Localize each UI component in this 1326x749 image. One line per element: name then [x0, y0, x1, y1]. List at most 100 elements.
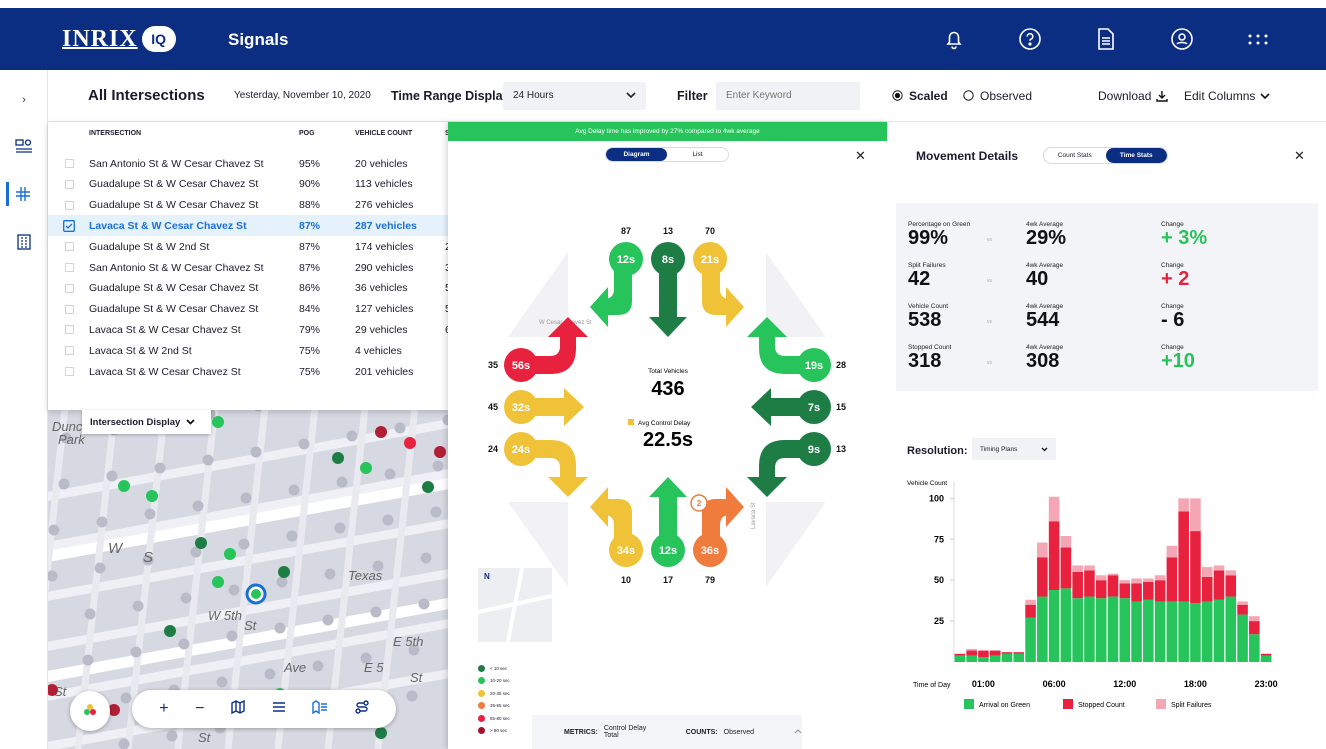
approach-east-bound[interactable]: 56s 32s 24s 35 45 24	[488, 317, 588, 497]
col-header-vehicle-count[interactable]: VEHICLE COUNT	[355, 130, 412, 137]
inactive-signal-marker[interactable]	[180, 592, 192, 604]
time-range-select[interactable]: 24 Hours	[503, 81, 646, 110]
inrix-logo[interactable]: INRIX IQ	[62, 26, 176, 52]
inactive-signal-marker[interactable]	[84, 608, 96, 620]
inactive-signal-marker[interactable]	[382, 514, 394, 526]
resolution-select[interactable]: Timing Plans	[972, 438, 1056, 460]
row-checkbox[interactable]	[65, 242, 74, 252]
inactive-signal-marker[interactable]	[322, 614, 334, 626]
scaled-radio[interactable]: Scaled	[892, 89, 948, 103]
inactive-signal-marker[interactable]	[240, 492, 252, 504]
inactive-signal-marker[interactable]	[178, 638, 190, 650]
expand-sidebar-icon[interactable]: ›	[12, 88, 36, 112]
inactive-signal-marker[interactable]	[312, 660, 324, 672]
inactive-signal-marker[interactable]	[298, 438, 310, 450]
apps-grid-icon[interactable]	[1240, 26, 1276, 52]
approach-south-bound[interactable]: 12s 8s 21s 87 13 70	[590, 226, 744, 337]
inactive-signal-marker[interactable]	[216, 676, 228, 688]
inactive-signal-marker[interactable]	[228, 584, 240, 596]
inactive-signal-marker[interactable]	[324, 568, 336, 580]
inactive-signal-marker[interactable]	[420, 552, 432, 564]
map-layers-button[interactable]	[70, 691, 110, 731]
map-view-icon[interactable]	[231, 699, 245, 719]
close-icon[interactable]: ✕	[1294, 148, 1305, 164]
filter-input[interactable]	[716, 81, 860, 110]
zoom-out-icon[interactable]: −	[195, 700, 204, 718]
inactive-signal-marker[interactable]	[346, 430, 358, 442]
inactive-signal-marker[interactable]	[106, 470, 118, 482]
col-header-pog[interactable]: POG	[299, 130, 315, 137]
inactive-signal-marker[interactable]	[250, 446, 262, 458]
inactive-signal-marker[interactable]	[384, 468, 396, 480]
table-row[interactable]: Lavaca St & W Cesar Chavez St 87% 287 vehi…	[48, 215, 448, 237]
inactive-signal-marker[interactable]	[120, 692, 132, 704]
row-checkbox[interactable]	[65, 159, 74, 168]
tab-time-stats[interactable]: Time Stats	[1105, 148, 1167, 163]
table-row[interactable]: Lavaca St & W 2nd St 75% 4 vehicles	[48, 340, 448, 361]
inactive-signal-marker[interactable]	[406, 690, 418, 702]
col-header-intersection[interactable]: INTERSECTION	[89, 130, 141, 137]
inactive-signal-marker[interactable]	[58, 478, 70, 490]
list-view-icon[interactable]	[272, 700, 286, 718]
table-row[interactable]: Lavaca St & W Cesar Chavez St 75% 201 vehi…	[48, 361, 448, 382]
inactive-signal-marker[interactable]	[130, 646, 142, 658]
intersection-display-dropdown[interactable]: Intersection Display	[82, 410, 211, 434]
inactive-signal-marker[interactable]	[48, 524, 60, 536]
signals-icon[interactable]	[6, 182, 36, 206]
row-checkbox[interactable]	[65, 304, 74, 314]
row-checkbox[interactable]	[65, 263, 74, 272]
table-row[interactable]: Guadalupe St & W Cesar Chavez St 90% 113 v…	[48, 174, 448, 195]
inactive-signal-marker[interactable]	[144, 508, 156, 520]
table-row[interactable]: Guadalupe St & W 2nd St87%174 vehicles2	[48, 236, 451, 257]
reports-icon[interactable]	[12, 230, 36, 254]
inactive-signal-marker[interactable]	[238, 538, 250, 550]
row-checkbox[interactable]	[65, 283, 74, 293]
split-view-icon[interactable]	[312, 699, 328, 719]
tab-diagram[interactable]: Diagram	[606, 148, 667, 161]
inactive-signal-marker[interactable]	[274, 622, 286, 634]
inactive-signal-marker[interactable]	[418, 598, 430, 610]
table-row[interactable]: San Antonio St & W Cesar Chavez St 95% 20 …	[48, 153, 448, 174]
inactive-signal-marker[interactable]	[334, 522, 346, 534]
dashboard-icon[interactable]	[12, 134, 36, 158]
chevron-up-icon[interactable]	[794, 728, 802, 736]
inactive-signal-marker[interactable]	[286, 530, 298, 542]
download-button[interactable]: Download	[1098, 89, 1169, 103]
table-row[interactable]: Lavaca St & W Cesar Chavez St 79% 29 vehic…	[48, 319, 451, 340]
tab-count-stats[interactable]: Count Stats	[1044, 148, 1106, 163]
tab-list[interactable]: List	[667, 148, 728, 161]
zoom-in-icon[interactable]: +	[159, 700, 168, 718]
inactive-signal-marker[interactable]	[226, 630, 238, 642]
inactive-signal-marker[interactable]	[336, 476, 348, 488]
observed-radio[interactable]: Observed	[963, 89, 1032, 103]
table-row[interactable]: Guadalupe St & W Cesar Chavez St 84% 127 v…	[48, 299, 451, 320]
inactive-signal-marker[interactable]	[192, 500, 204, 512]
bell-icon[interactable]	[936, 26, 972, 52]
inactive-signal-marker[interactable]	[430, 506, 442, 518]
document-icon[interactable]	[1088, 26, 1124, 52]
table-row[interactable]: Guadalupe St & W Cesar Chavez St 88% 276 v…	[48, 195, 448, 216]
row-checkbox[interactable]	[65, 179, 74, 189]
inactive-signal-marker[interactable]	[264, 668, 276, 680]
help-icon[interactable]	[1012, 26, 1048, 52]
row-checkbox[interactable]	[63, 219, 75, 232]
inactive-signal-marker[interactable]	[96, 516, 108, 528]
row-checkbox[interactable]	[65, 367, 74, 376]
inactive-signal-marker[interactable]	[82, 654, 94, 666]
route-icon[interactable]	[354, 699, 369, 719]
inactive-signal-marker[interactable]	[94, 562, 106, 574]
row-checkbox[interactable]	[65, 346, 74, 356]
row-checkbox[interactable]	[65, 200, 74, 210]
inactive-signal-marker[interactable]	[276, 576, 288, 588]
approach-north-bound[interactable]: 2 34s 12s 36s 10 17 79	[590, 477, 744, 585]
row-checkbox[interactable]	[65, 325, 74, 335]
mini-map[interactable]: N	[477, 567, 553, 643]
inactive-signal-marker[interactable]	[132, 600, 144, 612]
inactive-signal-marker[interactable]	[394, 422, 406, 434]
metrics-bar[interactable]: METRICS: Control Delay Total COUNTS: Obs…	[532, 715, 802, 749]
inactive-signal-marker[interactable]	[288, 484, 300, 496]
table-row[interactable]: Guadalupe St & W Cesar Chavez St 86% 36 ve…	[48, 278, 451, 299]
edit-columns-button[interactable]: Edit Columns	[1184, 89, 1270, 103]
close-icon[interactable]: ✕	[855, 148, 866, 164]
inactive-signal-marker[interactable]	[118, 738, 130, 749]
